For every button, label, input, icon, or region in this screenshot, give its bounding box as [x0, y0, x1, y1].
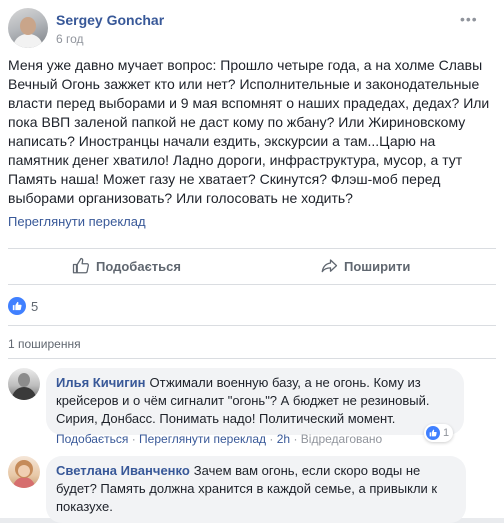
separator-dot: ·	[293, 432, 298, 446]
commenter-avatar[interactable]	[8, 456, 40, 488]
author-avatar[interactable]	[8, 8, 48, 48]
see-translation-link[interactable]: Переглянути переклад	[8, 214, 146, 229]
share-icon	[321, 259, 338, 273]
commenter-avatar[interactable]	[8, 368, 40, 400]
like-reaction-icon	[426, 426, 440, 440]
comment-bubble: Светлана Иванченко Зачем вам огонь, если …	[46, 456, 466, 523]
avatar-face	[18, 465, 30, 477]
avatar-face	[20, 17, 36, 35]
post-actions-bar: Подобається Поширити	[8, 249, 496, 283]
avatar-shirt	[13, 477, 35, 488]
comment-translate-link[interactable]: Переглянути переклад	[139, 432, 266, 446]
comment-reaction-badge[interactable]: 1	[424, 424, 454, 442]
commenter-name[interactable]: Светлана Иванченко	[56, 463, 190, 478]
comment-edited-label[interactable]: Відредаговано	[301, 432, 382, 446]
author-name[interactable]: Sergey Gonchar	[56, 12, 164, 28]
thumbs-up-icon	[72, 257, 90, 274]
like-reaction-icon	[8, 297, 26, 315]
like-button[interactable]: Подобається	[72, 249, 181, 283]
commenter-name[interactable]: Илья Кичигин	[56, 375, 146, 390]
separator-dot: ·	[131, 432, 136, 446]
reactions-summary[interactable]: 5	[8, 296, 38, 316]
post-card: Sergey Gonchar 6 год ••• Меня уже давно …	[0, 0, 504, 523]
avatar-face	[18, 373, 30, 387]
more-options-icon[interactable]: •••	[460, 12, 480, 26]
comment-like-link[interactable]: Подобається	[56, 432, 128, 446]
separator-dot: ·	[269, 432, 274, 446]
comment-bubble: Илья Кичигин Отжимали военную базу, а не …	[46, 368, 464, 435]
avatar-shirt	[12, 387, 36, 400]
reaction-count: 5	[31, 298, 39, 314]
post-timestamp[interactable]: 6 год	[56, 32, 84, 46]
avatar-shirt	[13, 34, 43, 48]
comment-reaction-count: 1	[443, 427, 450, 439]
divider	[8, 358, 496, 359]
comment-meta: Подобається · Переглянути переклад · 2h …	[56, 432, 382, 446]
post-body-text: Меня уже давно мучает вопрос: Прошло чет…	[8, 57, 490, 206]
share-label: Поширити	[344, 258, 411, 274]
shares-count[interactable]: 1 поширення	[8, 337, 81, 351]
share-button[interactable]: Поширити	[320, 249, 410, 283]
divider	[8, 325, 496, 326]
comment-time[interactable]: 2h	[277, 432, 290, 446]
like-label: Подобається	[96, 258, 181, 274]
divider	[8, 284, 496, 285]
